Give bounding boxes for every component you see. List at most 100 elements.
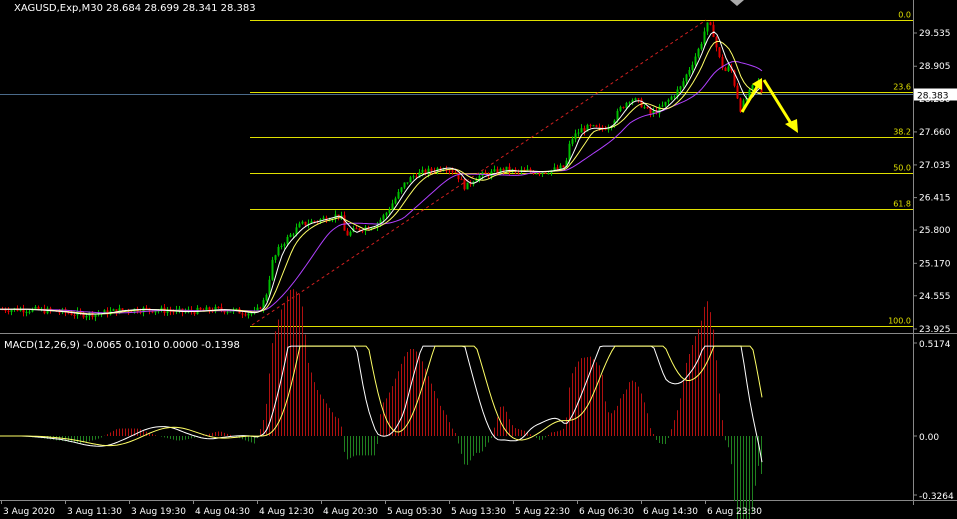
candle-body (568, 143, 571, 161)
candle-body (616, 110, 619, 121)
candle-body (265, 294, 268, 301)
candle-body (301, 221, 304, 224)
candle-body (34, 306, 37, 309)
candle-body (400, 187, 403, 192)
candle-body (247, 313, 250, 316)
candle-body (700, 43, 703, 49)
time-tick-label: 4 Aug 04:30 (195, 507, 250, 517)
candle-body (250, 313, 253, 315)
candle-body (670, 96, 673, 100)
candle-body (73, 314, 76, 316)
price-tick-label: 26.415 (919, 194, 951, 204)
candle-body (178, 308, 181, 310)
current-price-label: 28.383 (917, 92, 949, 102)
candle-body (622, 107, 625, 109)
candle-body (625, 103, 628, 108)
candle-body (358, 228, 361, 231)
macd-tick-label: 0.5174 (919, 340, 951, 350)
candle-body (304, 221, 307, 226)
candle-body (403, 182, 406, 188)
candle-body (661, 105, 664, 107)
time-tick-label: 5 Aug 13:30 (451, 507, 506, 517)
candle-body (544, 172, 547, 174)
candle-body (526, 169, 529, 171)
candle-body (727, 66, 730, 71)
time-tick-label: 3 Aug 2020 (3, 507, 55, 517)
candle-body (682, 81, 685, 87)
candle-body (463, 179, 466, 190)
candle-body (415, 176, 418, 178)
trading-chart-window: 0.023.638.250.061.8100.029.53528.90528.2… (0, 0, 957, 519)
candle-body (619, 107, 622, 111)
candle-body (637, 98, 640, 100)
candle-body (691, 64, 694, 70)
candle-body (553, 167, 556, 171)
candle-body (583, 128, 586, 132)
candle-body (646, 107, 649, 109)
candle-body (571, 139, 574, 144)
candle-body (634, 98, 637, 101)
candle-body (271, 259, 274, 280)
chart-canvas[interactable]: 0.023.638.250.061.8100.029.53528.90528.2… (0, 0, 957, 519)
candle-body (574, 133, 577, 140)
price-tick-label: 27.660 (919, 128, 951, 138)
candle-body (382, 215, 385, 220)
macd-tick-label: -0.3264 (919, 492, 954, 502)
candle-body (580, 128, 583, 133)
candle-body (217, 307, 220, 309)
candle-body (559, 165, 562, 169)
price-tick-label: 24.555 (919, 292, 951, 302)
candle-body (706, 22, 709, 32)
candle-body (454, 172, 457, 174)
candle-body (697, 48, 700, 57)
candle-body (145, 307, 148, 309)
candle-body (598, 126, 601, 128)
candle-body (241, 313, 244, 315)
candle-body (388, 209, 391, 213)
candle-body (679, 86, 682, 90)
candle-body (589, 124, 592, 126)
ma-slow-line (0, 60, 763, 314)
candle-body (541, 172, 544, 175)
time-tick-label: 5 Aug 05:30 (387, 507, 442, 517)
candle-body (451, 170, 454, 173)
candle-body (166, 310, 169, 313)
time-tick-label: 5 Aug 22:30 (515, 507, 570, 517)
candle-body (739, 98, 742, 112)
candle-body (229, 311, 232, 313)
symbol-header: XAGUSD,Exp,M30 28.684 28.699 28.341 28.3… (14, 3, 256, 14)
candle-body (667, 99, 670, 102)
fib-label-38-2: 38.2 (893, 128, 911, 137)
candle-body (688, 69, 691, 75)
candle-body (25, 311, 28, 313)
candle-body (412, 176, 415, 178)
candle-body (154, 311, 157, 313)
arrow-down-line (762, 79, 794, 126)
time-tick-label: 6 Aug 14:30 (643, 507, 698, 517)
candle-body (499, 168, 502, 174)
candle-body (703, 31, 706, 44)
candle-body (709, 22, 712, 25)
price-tick-label: 29.535 (919, 29, 951, 39)
price-tick-label: 25.170 (919, 259, 951, 269)
candle-body (430, 168, 433, 171)
candle-body (349, 231, 352, 236)
fib-trendline (251, 19, 707, 326)
time-tick-label: 3 Aug 11:30 (67, 507, 122, 517)
shift-marker-icon[interactable] (730, 0, 744, 6)
candle-body (394, 198, 397, 204)
candle-body (121, 308, 124, 311)
candle-body (547, 173, 550, 175)
candle-body (592, 125, 595, 127)
macd-header: MACD(12,26,9) -0.0065 0.1010 0.0000 -0.1… (4, 340, 240, 351)
candle-body (346, 230, 349, 236)
candle-body (457, 172, 460, 180)
candle-body (664, 101, 667, 106)
candle-body (493, 169, 496, 172)
candle-body (112, 309, 115, 311)
candle-body (397, 191, 400, 199)
candle-body (289, 234, 292, 237)
fib-label-50-0: 50.0 (893, 164, 911, 173)
fib-label-23-6: 23.6 (893, 83, 911, 92)
candle-body (736, 85, 739, 99)
